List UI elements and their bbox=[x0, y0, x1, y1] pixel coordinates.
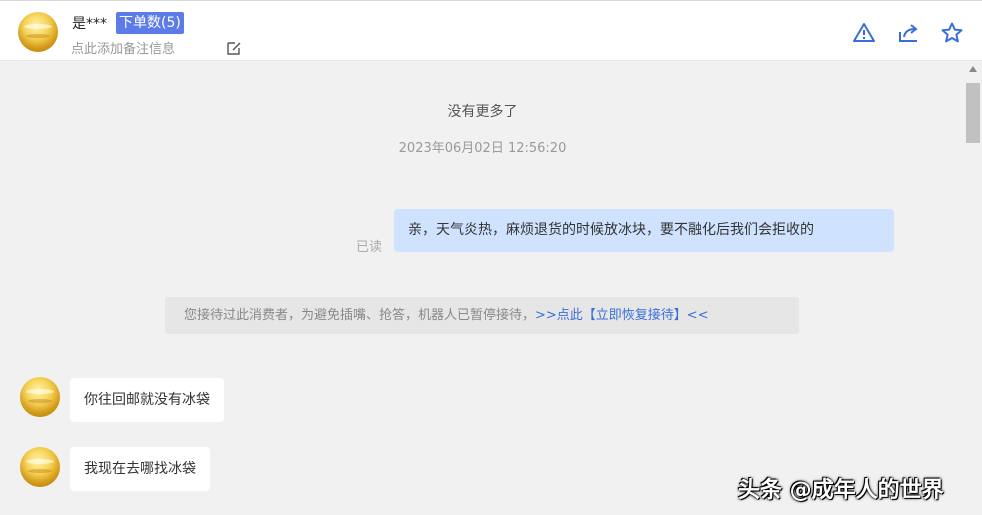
scrollbar[interactable] bbox=[965, 62, 982, 515]
scroll-thumb[interactable] bbox=[966, 83, 980, 143]
system-notice: 您接待过此消费者，为避免插嘴、抢答，机器人已暂停接待，>>点此【立即恢复接待】<… bbox=[165, 297, 799, 334]
star-icon[interactable] bbox=[940, 21, 964, 45]
customer-avatar bbox=[20, 377, 60, 417]
no-more-messages: 没有更多了 bbox=[447, 104, 518, 120]
outgoing-message-bubble: 亲，天气炎热，麻烦退货的时候放冰块，要不融化后我们会拒收的 bbox=[394, 209, 894, 252]
read-status: 已读 bbox=[356, 240, 383, 255]
resume-reception-link[interactable]: >>点此【立即恢复接待】<< bbox=[535, 308, 709, 323]
edit-icon[interactable] bbox=[226, 40, 242, 56]
incoming-message-bubble: 我现在去哪找冰袋 bbox=[70, 447, 210, 491]
customer-avatar[interactable] bbox=[18, 12, 58, 52]
incoming-message-bubble: 你往回邮就没有冰袋 bbox=[70, 378, 224, 422]
customer-name: 是*** bbox=[72, 16, 107, 32]
order-count-badge[interactable]: 下单数(5) bbox=[116, 12, 184, 34]
share-icon[interactable] bbox=[897, 21, 921, 45]
add-note-link[interactable]: 点此添加备注信息 bbox=[71, 38, 175, 57]
system-notice-text: 您接待过此消费者，为避免插嘴、抢答，机器人已暂停接待， bbox=[184, 308, 536, 323]
warning-icon[interactable] bbox=[852, 21, 876, 45]
scroll-up-arrow-icon[interactable] bbox=[969, 66, 977, 72]
chat-header: 是*** 下单数(5) 点此添加备注信息 bbox=[0, 0, 982, 61]
watermark: 头条 @成年人的世界 bbox=[738, 478, 944, 503]
message-timestamp: 2023年06月02日 12:56:20 bbox=[398, 141, 567, 156]
customer-avatar bbox=[20, 447, 60, 487]
